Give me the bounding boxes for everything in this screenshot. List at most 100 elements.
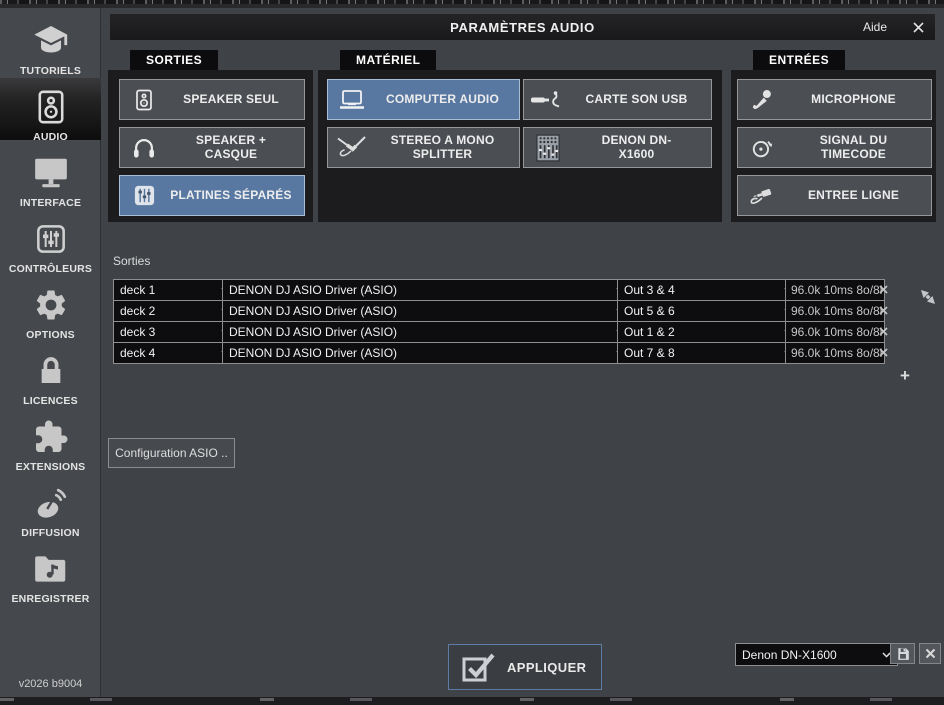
tab-materiel[interactable]: MATÉRIEL: [340, 50, 436, 70]
audio-settings-window: TUTORIELS AUDIO INTERFACE CONTRÔLEURS OP: [0, 0, 944, 705]
sidebar-item-label: EXTENSIONS: [16, 461, 86, 474]
denon-dnx1600-button[interactable]: DENON DN-X1600: [523, 127, 712, 168]
preset-value: Denon DN-X1600: [742, 648, 878, 662]
cable-splitter-icon: [328, 135, 376, 161]
button-label: COMPUTER AUDIO: [386, 93, 499, 106]
computer-audio-button[interactable]: COMPUTER AUDIO: [327, 79, 520, 120]
graduation-cap-icon: [31, 16, 71, 65]
carte-son-usb-button[interactable]: CARTE SON USB: [523, 79, 712, 120]
deck-select[interactable]: deck 3: [113, 321, 237, 343]
sidebar-item-interface[interactable]: INTERFACE: [0, 148, 101, 210]
dialog-titlebar: PARAMÈTRES AUDIO Aide: [110, 14, 935, 40]
deck-select[interactable]: deck 2: [113, 300, 237, 322]
sidebar-item-enregistrer[interactable]: ENREGISTRER: [0, 544, 101, 606]
tab-entrees[interactable]: ENTRÉES: [753, 50, 845, 70]
sidebar-item-label: TUTORIELS: [20, 65, 81, 78]
laptop-icon: [328, 89, 376, 111]
sidebar-item-licences[interactable]: LICENCES: [0, 346, 101, 408]
sidebar-item-label: LICENCES: [23, 395, 78, 408]
waveform-remnant: [0, 0, 944, 4]
channel-value: Out 7 & 8: [624, 346, 780, 360]
help-button[interactable]: Aide: [863, 14, 887, 40]
close-icon: [925, 648, 936, 659]
jack-plug-icon: [738, 184, 786, 208]
mixer-photo-icon: [524, 133, 572, 163]
mixer-sliders-icon: [35, 214, 67, 263]
speaker-icon: [120, 87, 168, 113]
sidebar-item-label: OPTIONS: [26, 329, 75, 342]
tab-sorties[interactable]: SORTIES: [130, 50, 218, 70]
lock-icon: [35, 346, 67, 395]
channel-value: Out 1 & 2: [624, 325, 780, 339]
stereo-mono-splitter-button[interactable]: STEREO A MONO SPLITTER: [327, 127, 520, 168]
remove-preset-button[interactable]: [919, 643, 941, 664]
sidebar-item-diffusion[interactable]: DIFFUSION: [0, 478, 101, 540]
close-icon[interactable]: [912, 14, 925, 40]
microphone-icon: [738, 87, 786, 113]
platines-separes-button[interactable]: PLATINES SÉPARÉS: [119, 175, 305, 216]
button-label: DENON DN-X1600: [594, 134, 680, 161]
driver-select[interactable]: DENON DJ ASIO Driver (ASIO): [222, 321, 632, 343]
button-label: STEREO A MONO SPLITTER: [376, 134, 509, 161]
sidebar-item-label: AUDIO: [33, 131, 68, 144]
music-folder-icon: [32, 544, 70, 593]
remove-row-icon[interactable]: [875, 321, 891, 341]
usb-cable-icon: [524, 90, 572, 110]
save-icon: [896, 647, 910, 661]
sidebar-item-label: DIFFUSION: [21, 527, 79, 540]
reset-outputs-icon[interactable]: [916, 285, 940, 309]
microphone-button[interactable]: MICROPHONE: [737, 79, 932, 120]
channel-select[interactable]: Out 7 & 8: [617, 342, 800, 364]
speaker-casque-button[interactable]: SPEAKER + CASQUE: [119, 127, 305, 168]
sidebar-item-audio[interactable]: AUDIO: [0, 82, 101, 144]
entree-ligne-button[interactable]: ENTREE LIGNE: [737, 175, 932, 216]
remove-row-icon[interactable]: [875, 342, 891, 362]
vinyl-timecode-icon: [738, 135, 786, 161]
deck-value: deck 3: [120, 325, 217, 339]
button-label: PLATINES SÉPARÉS: [170, 189, 291, 202]
driver-select[interactable]: DENON DJ ASIO Driver (ASIO): [222, 279, 632, 301]
monitor-icon: [32, 148, 70, 197]
speaker-seul-button[interactable]: SPEAKER SEUL: [119, 79, 305, 120]
button-label: MICROPHONE: [811, 93, 896, 106]
asio-config-button[interactable]: Configuration ASIO ..: [108, 438, 235, 468]
sidebar-item-tutoriels[interactable]: TUTORIELS: [0, 16, 101, 78]
background-app-bottom-strip: [0, 697, 944, 705]
channel-value: Out 5 & 6: [624, 304, 780, 318]
stream-info: 96.0k 10ms 8o/8i: [785, 321, 885, 343]
headphones-icon: [120, 137, 168, 159]
remove-row-icon[interactable]: [875, 300, 891, 320]
sidebar-item-label: INTERFACE: [20, 197, 81, 210]
channel-select[interactable]: Out 1 & 2: [617, 321, 800, 343]
soundcard-preset-select[interactable]: Denon DN-X1600: [735, 643, 898, 666]
driver-select[interactable]: DENON DJ ASIO Driver (ASIO): [222, 300, 632, 322]
text-remnant: [0, 698, 944, 701]
driver-value: DENON DJ ASIO Driver (ASIO): [229, 325, 612, 339]
apply-label: APPLIQUER: [507, 660, 586, 675]
apply-button[interactable]: APPLIQUER: [448, 644, 602, 690]
sidebar-item-options[interactable]: OPTIONS: [0, 280, 101, 342]
remove-row-icon[interactable]: [875, 279, 891, 299]
driver-value: DENON DJ ASIO Driver (ASIO): [229, 304, 612, 318]
channel-select[interactable]: Out 3 & 4: [617, 279, 800, 301]
channel-value: Out 3 & 4: [624, 283, 780, 297]
signal-timecode-button[interactable]: SIGNAL DU TIMECODE: [737, 127, 932, 168]
button-label: CARTE SON USB: [586, 93, 688, 106]
deck-select[interactable]: deck 4: [113, 342, 237, 364]
version-label: v2026 b9004: [0, 678, 101, 690]
driver-select[interactable]: DENON DJ ASIO Driver (ASIO): [222, 342, 632, 364]
button-label: SPEAKER + CASQUE: [168, 134, 294, 161]
sidebar-item-controleurs[interactable]: CONTRÔLEURS: [0, 214, 101, 276]
add-output-button[interactable]: +: [895, 366, 915, 386]
deck-select[interactable]: deck 1: [113, 279, 237, 301]
stream-info: 96.0k 10ms 8o/8i: [785, 300, 885, 322]
stream-info: 96.0k 10ms 8o/8i: [785, 279, 885, 301]
dialog-title: PARAMÈTRES AUDIO: [110, 20, 935, 35]
sidebar-item-label: CONTRÔLEURS: [9, 263, 92, 276]
button-label: SPEAKER SEUL: [183, 93, 279, 106]
sidebar-item-extensions[interactable]: EXTENSIONS: [0, 412, 101, 474]
save-preset-button[interactable]: [890, 643, 915, 664]
channel-select[interactable]: Out 5 & 6: [617, 300, 800, 322]
mixer-pad-icon: [120, 184, 168, 207]
deck-value: deck 4: [120, 346, 217, 360]
